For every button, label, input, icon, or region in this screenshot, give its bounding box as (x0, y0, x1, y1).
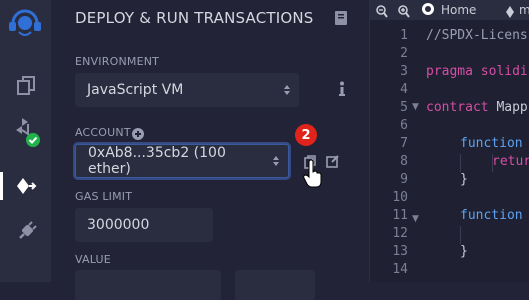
plugin-manager-icon[interactable] (0, 214, 51, 250)
select-caret-icon (272, 155, 280, 167)
line-number: 13 (392, 244, 408, 259)
gas-limit-input[interactable]: 3000000 (75, 208, 213, 242)
panel-title: DEPLOY & RUN TRANSACTIONS (75, 9, 314, 27)
line-number: 7 (400, 136, 408, 151)
indent-guide (492, 154, 493, 172)
value-input[interactable] (75, 270, 221, 300)
value-label: VALUE (75, 253, 111, 266)
code-line-5: contract Mapp (426, 100, 528, 115)
file-tab-icon[interactable] (505, 3, 515, 22)
line-number: 1 (400, 28, 408, 43)
pragma-keyword: pragma (426, 64, 473, 79)
pragma-text: solidi (472, 64, 528, 79)
line-number: 5 (400, 100, 408, 115)
code-line-13: } (460, 244, 468, 259)
account-select[interactable]: 0xAb8...35cb2 (100 ether) (75, 144, 289, 178)
value-unit-select[interactable] (235, 270, 315, 300)
code-line-11: function (460, 208, 523, 223)
code-line-3: pragma solidi (426, 64, 528, 79)
code-line-8: retur (492, 154, 529, 169)
remix-logo-icon[interactable] (4, 2, 46, 42)
code-line-1: //SPDX-Licens (426, 28, 528, 43)
environment-select[interactable]: JavaScript VM (75, 73, 299, 107)
line-number: 14 (392, 262, 408, 277)
line-number: 6 (400, 118, 408, 133)
gas-limit-label: GAS LIMIT (75, 190, 133, 203)
line-number: 11 (392, 208, 408, 223)
icon-panel (0, 0, 51, 282)
info-icon[interactable] (338, 81, 346, 101)
zoom-in-icon[interactable] (398, 3, 410, 22)
home-tab[interactable]: Home (441, 3, 476, 17)
environment-label: ENVIRONMENT (75, 55, 160, 68)
account-label: ACCOUNT (75, 126, 131, 139)
fold-arrow-icon[interactable]: ▼ (412, 102, 419, 112)
deploy-run-panel: DEPLOY & RUN TRANSACTIONS ENVIRONMENT Ja… (51, 0, 369, 300)
file-tab[interactable]: m (519, 3, 529, 17)
deploy-run-icon[interactable] (0, 168, 51, 204)
gas-limit-value: 3000000 (87, 217, 150, 233)
line-number: 3 (400, 64, 408, 79)
indent-guide (460, 226, 461, 244)
file-explorer-icon[interactable] (0, 68, 51, 104)
line-number: 4 (400, 82, 408, 97)
line-number: 2 (400, 46, 408, 61)
editor-tab-bar: Home m (370, 0, 529, 20)
indent-guide (460, 154, 461, 172)
code-line-9: } (460, 172, 468, 187)
edit-icon[interactable] (326, 153, 340, 172)
code-line-7: function (460, 136, 523, 151)
fold-arrow-icon[interactable]: ▼ (412, 214, 419, 224)
code-editor: Home m 1 2 3 4 5 6 7 8 9 10 11 12 13 14 ▼ ▼ //SPDX-Li… (369, 0, 529, 282)
account-value: 0xAb8...35cb2 (100 ether) (88, 145, 226, 177)
home-tab-icon[interactable] (420, 1, 436, 21)
line-number: 8 (400, 154, 408, 169)
line-number: 9 (400, 172, 408, 187)
contract-keyword: contract (426, 100, 489, 115)
zoom-out-icon[interactable] (376, 3, 388, 22)
add-account-icon[interactable] (132, 125, 144, 144)
line-number: 10 (392, 190, 408, 205)
solidity-compiler-icon[interactable] (0, 114, 51, 150)
environment-value: JavaScript VM (87, 82, 184, 98)
step-badge: 2 (295, 124, 317, 146)
documentation-icon[interactable] (335, 10, 347, 29)
contract-name: Mapp (488, 100, 528, 115)
mouse-cursor-icon (303, 159, 323, 192)
line-number: 12 (392, 226, 408, 241)
select-caret-icon (283, 84, 291, 96)
